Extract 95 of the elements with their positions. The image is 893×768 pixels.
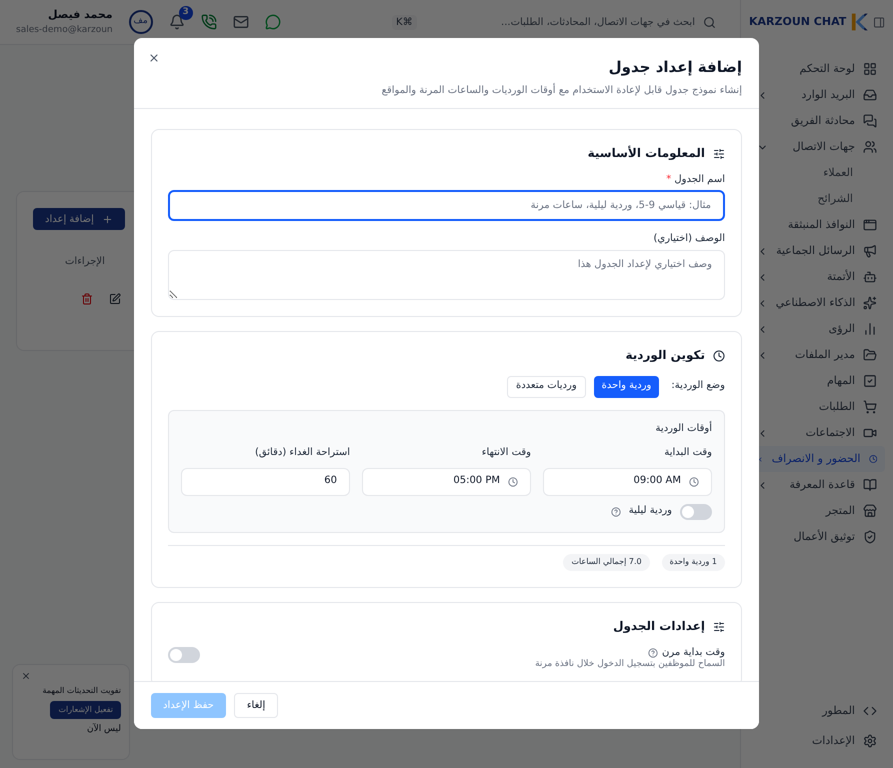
chat-icon (863, 114, 877, 128)
summary-badge: 7.0 إجمالي الساعات (563, 554, 650, 570)
sidebar-item[interactable]: المتجر (749, 498, 885, 524)
close-icon (148, 52, 160, 64)
edit-icon[interactable] (109, 293, 121, 305)
sidebar-item[interactable]: توثيق الأعمال (749, 524, 885, 550)
search-icon (703, 16, 716, 28)
megaphone-icon (863, 244, 877, 258)
name-input[interactable]: مثال: قياسي 9-5، وردية ليلية، ساعات مرنة (168, 190, 725, 221)
help-icon (648, 648, 658, 658)
sidebar-item[interactable]: جهات الاتصال (749, 134, 885, 160)
whatsapp-icon[interactable] (264, 14, 281, 30)
section-title: إعدادات الجدول (613, 619, 705, 634)
clock-icon (868, 452, 877, 466)
number-input[interactable]: 60 (181, 468, 350, 496)
sidebar-item[interactable]: محادثة الفريق (749, 108, 885, 134)
inbox-icon (863, 88, 877, 102)
book-icon (863, 478, 877, 492)
close-icon[interactable] (21, 671, 31, 681)
code-icon (863, 704, 877, 718)
sliders-icon (713, 148, 725, 160)
shortcut-hint: ⌘K (392, 14, 417, 30)
settings-icon (863, 734, 877, 748)
sidebar-item[interactable]: المهام (749, 368, 885, 394)
delete-icon[interactable] (81, 293, 93, 305)
cancel-button[interactable]: إلغاء (234, 693, 278, 718)
cart-icon (863, 400, 877, 414)
folder-icon (863, 348, 877, 362)
sparkles-icon (863, 296, 877, 310)
users-icon (863, 140, 877, 154)
field-label: وقت الانتهاء (480, 447, 531, 460)
phone-icon[interactable] (200, 14, 217, 30)
setting-description: السماح للموظفين بتسجيل الدخول خلال نافذة مرنة (534, 659, 725, 670)
sidebar-item[interactable]: البريد الوارد (749, 82, 885, 108)
add-button[interactable]: إضافة إعداد (33, 208, 125, 230)
section-title: المعلومات الأساسية (588, 146, 705, 161)
panel-icon[interactable] (872, 16, 885, 28)
dismiss-link[interactable]: ليس الآن (86, 723, 121, 736)
checkbox-icon (863, 374, 877, 388)
sidebar-item[interactable]: مدير الملفات (749, 342, 885, 368)
mail-icon[interactable] (232, 14, 249, 30)
video-icon (863, 426, 877, 440)
sidebar-item[interactable]: الأتمتة (749, 264, 885, 290)
sidebar-item[interactable]: الرسائل الجماعية (749, 238, 885, 264)
window-icon (863, 218, 877, 232)
toggle-switch[interactable] (168, 646, 200, 662)
section-title: تكوين الوردية (626, 348, 705, 363)
shield-icon (863, 530, 877, 544)
user-email: sales-demo@karzoun (16, 24, 113, 36)
brand-name: KARZOUN CHAT (749, 14, 846, 30)
sidebar-item[interactable]: لوحة التحكم (749, 56, 885, 82)
sidebar-item[interactable]: الإعدادات (749, 726, 885, 756)
enable-button[interactable]: تفعيل الإشعارات (50, 701, 121, 719)
field-label: اسم الجدول (674, 174, 725, 184)
grid-icon (863, 62, 877, 76)
mode-tab[interactable]: وردية واحدة (594, 376, 660, 398)
time-input[interactable]: 09:00 AM (543, 468, 712, 496)
field-label: استراحة الغداء (دقائق) (254, 447, 350, 460)
summary-badge: 1 وردية واحدة (662, 554, 725, 570)
notification-badge: 3 (178, 6, 193, 20)
store-icon (863, 504, 877, 518)
sliders-icon (713, 620, 725, 632)
setting-label: وقت بداية مرن (662, 646, 725, 659)
sidebar-item[interactable]: الذكاء الاصطناعي (749, 290, 885, 316)
dialog-subtitle: إنشاء نموذج جدول قابل لإعادة الاستخدام مع أوقات الورديات والساعات المرنة والمواقع (380, 82, 742, 98)
mode-tab[interactable]: ورديات متعددة (506, 376, 586, 398)
sidebar-item[interactable]: قاعدة المعرفة (749, 472, 885, 498)
mode-label: وضع الوردية: (671, 380, 725, 393)
clock-icon (689, 476, 699, 486)
user-name: محمد فيصل (46, 7, 113, 23)
bar-chart-icon (863, 322, 877, 336)
robot-icon (863, 270, 877, 284)
help-icon (610, 506, 621, 516)
field-label: وقت البداية (663, 447, 712, 460)
toast-message: تفويت التحديثات المهمة (42, 685, 121, 697)
clock-icon (713, 350, 725, 362)
column-header: الإجراءات (65, 255, 105, 269)
toggle-label: وردية ليلية (628, 505, 672, 518)
panel-title: أوقات الوردية (654, 422, 712, 435)
logo-icon (850, 11, 869, 33)
sidebar-item[interactable]: النوافذ المنبثقة (749, 212, 885, 238)
bell-icon[interactable] (168, 14, 185, 30)
field-label: الوصف (اختياري) (652, 233, 725, 246)
plus-icon (102, 214, 113, 224)
time-input[interactable]: 05:00 PM (362, 468, 531, 496)
sidebar-item[interactable]: المطور (749, 696, 885, 726)
sidebar-item[interactable]: الاجتماعات (749, 420, 885, 446)
sidebar-item[interactable]: الطلبات (749, 394, 885, 420)
dialog-title: إضافة إعداد جدول (608, 57, 742, 78)
toggle-switch[interactable] (680, 504, 712, 520)
clock-icon (508, 476, 518, 486)
description-input[interactable]: وصف اختياري لإعداد الجدول هذا (168, 250, 725, 300)
avatar[interactable]: مف (128, 10, 153, 34)
sidebar-item[interactable]: الرؤى (749, 316, 885, 342)
required-mark: * (666, 174, 672, 184)
